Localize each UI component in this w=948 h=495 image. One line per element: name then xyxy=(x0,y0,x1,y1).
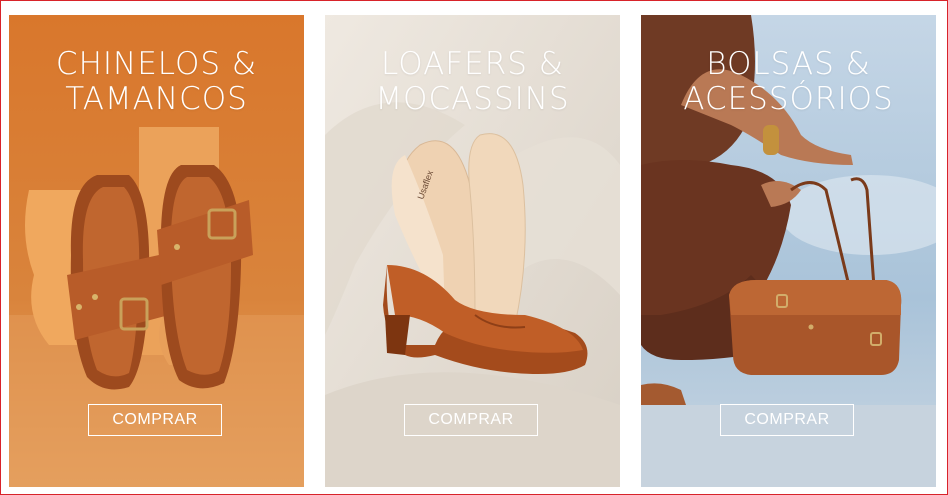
card-title: BOLSAS & ACESSÓRIOS xyxy=(641,47,936,117)
comprar-button[interactable]: COMPRAR xyxy=(88,404,222,436)
card-title-line2: MOCASSINS xyxy=(375,81,570,117)
category-card-loafers-mocassins[interactable]: Usaflex LOAFERS & MOCASSINS COMPRAR xyxy=(325,15,620,487)
card-title-line1: LOAFERS & xyxy=(381,46,564,82)
card-title: LOAFERS & MOCASSINS xyxy=(325,47,620,117)
card-title: CHINELOS & TAMANCOS xyxy=(9,47,304,117)
card-title-line1: CHINELOS & xyxy=(55,46,258,82)
category-card-bolsas-acessorios[interactable]: BOLSAS & ACESSÓRIOS COMPRAR xyxy=(641,15,936,487)
card-title-line1: BOLSAS & xyxy=(706,46,871,82)
card-title-line2: ACESSÓRIOS xyxy=(683,81,894,117)
category-card-chinelos-tamancos[interactable]: CHINELOS & TAMANCOS COMPRAR xyxy=(9,15,304,487)
comprar-button[interactable]: COMPRAR xyxy=(720,404,854,436)
comprar-button[interactable]: COMPRAR xyxy=(404,404,538,436)
card-title-line2: TAMANCOS xyxy=(65,81,248,117)
